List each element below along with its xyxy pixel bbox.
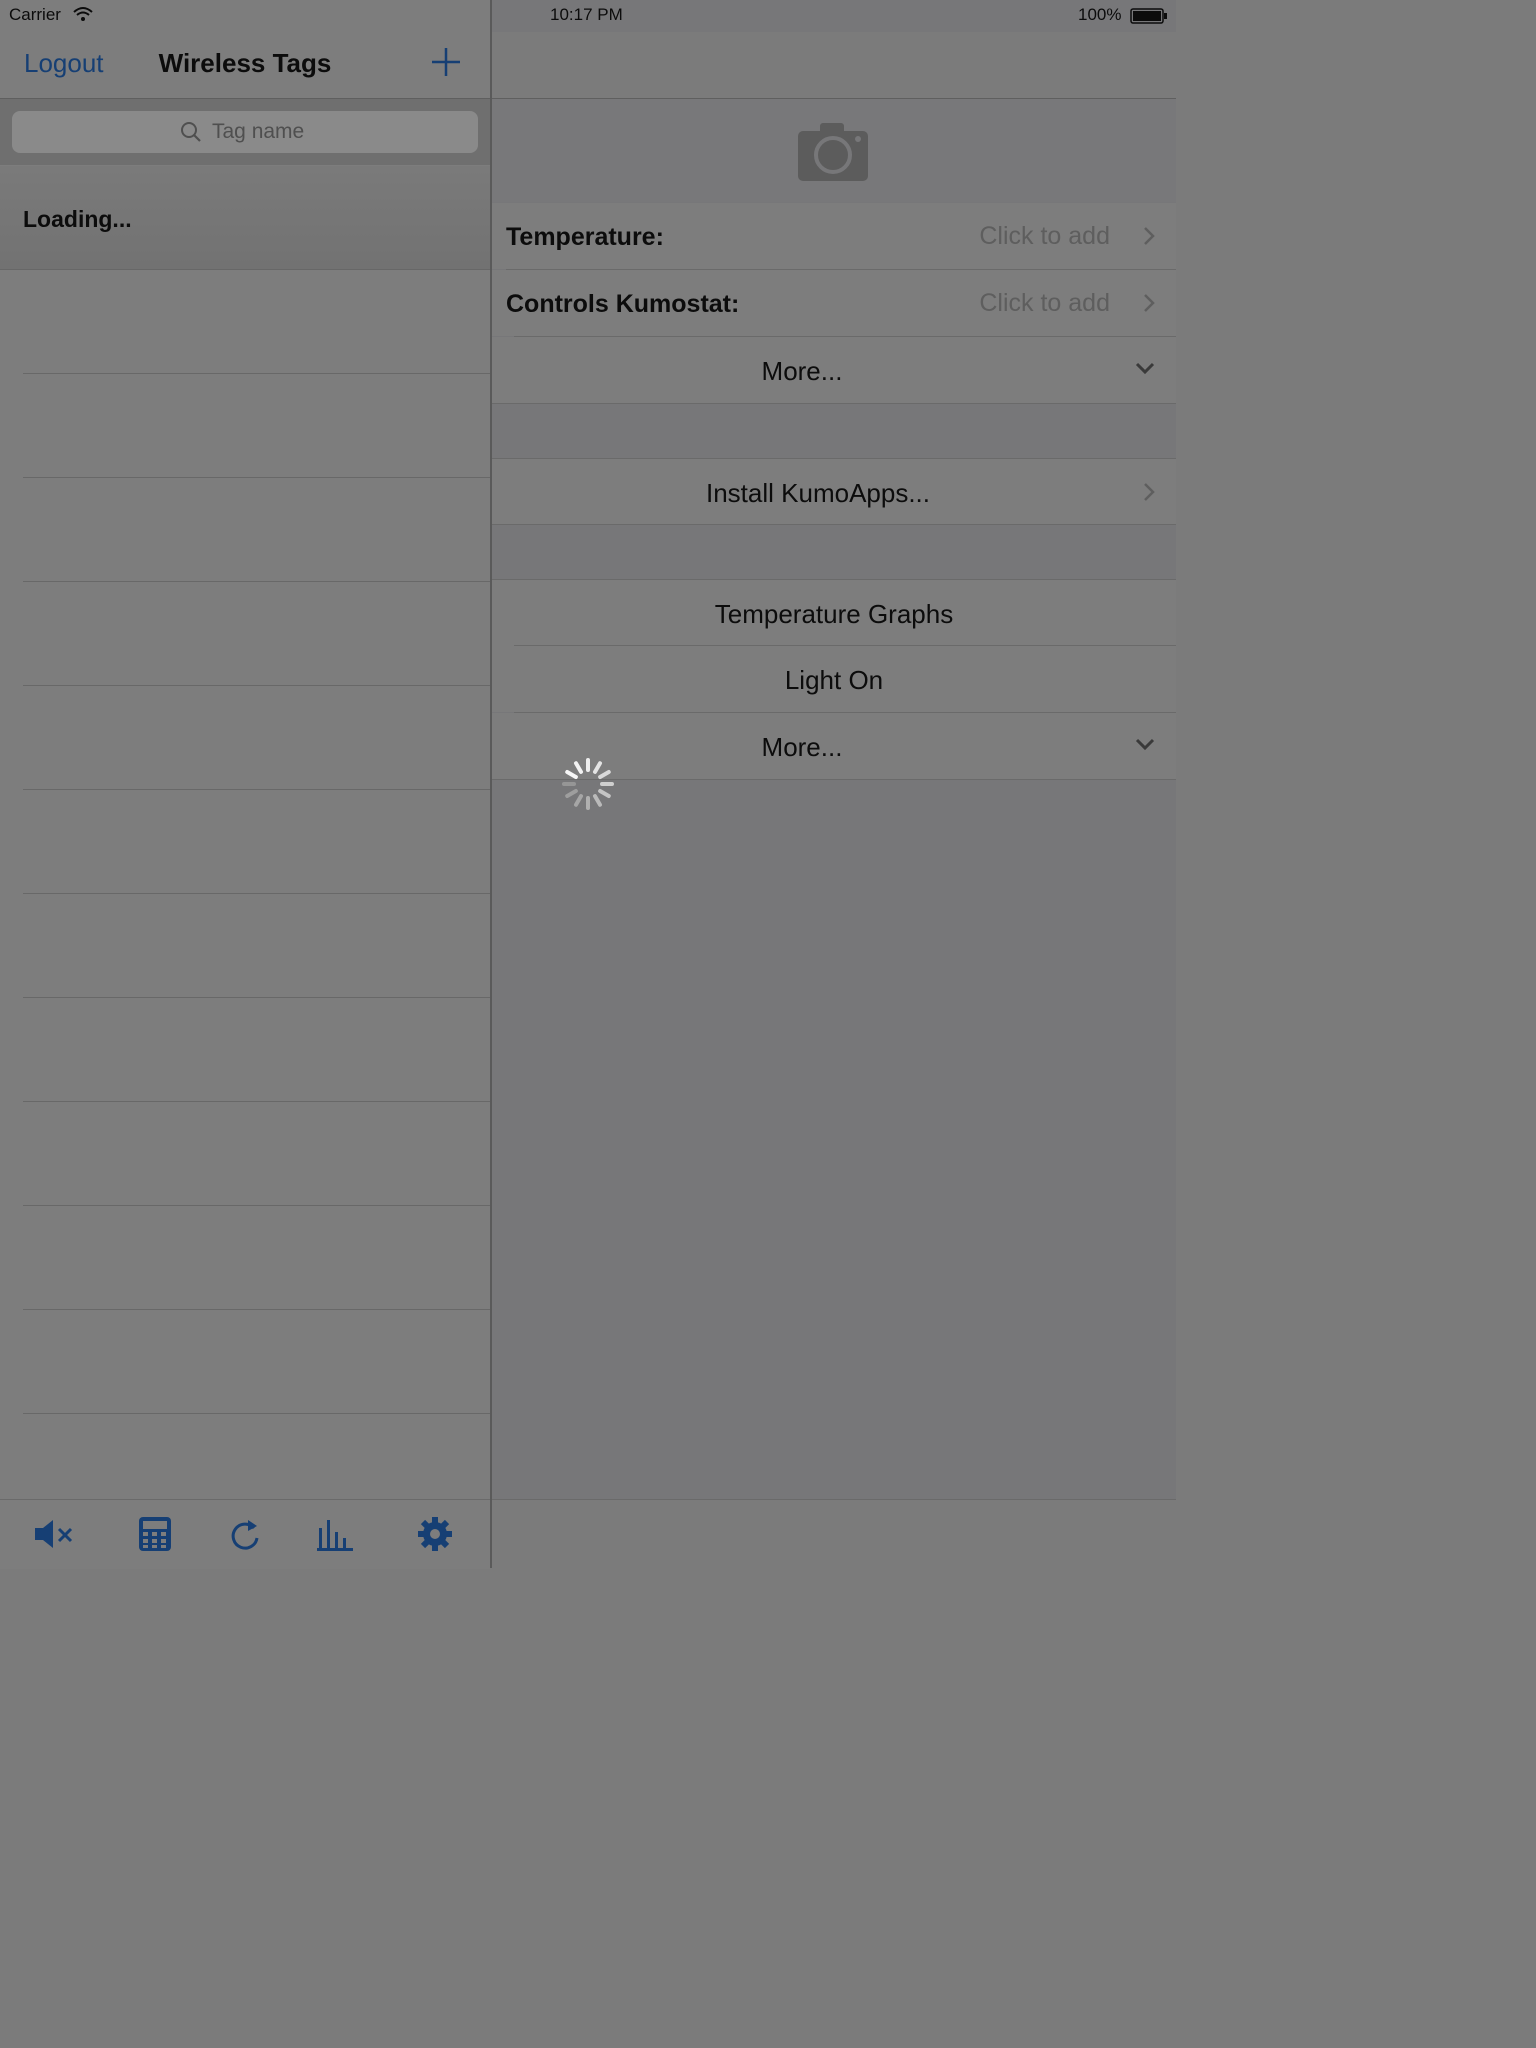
row-separator	[23, 373, 490, 374]
search-placeholder: Tag name	[212, 120, 305, 143]
chevron-down-icon	[1135, 738, 1155, 751]
bar-chart-icon[interactable]	[316, 1516, 354, 1552]
row-separator	[23, 1205, 490, 1206]
row-separator	[23, 893, 490, 894]
status-bar: Carrier 10:17 PM 100%	[0, 0, 1176, 32]
refresh-icon[interactable]	[228, 1516, 262, 1552]
kumostat-label: Controls Kumostat:	[506, 290, 740, 318]
camera-icon[interactable]	[798, 121, 868, 181]
battery-percent: 100%	[1078, 5, 1122, 24]
kumostat-cell[interactable]: Controls Kumostat: Click to add	[492, 270, 1176, 336]
more-label: More...	[761, 356, 843, 386]
chevron-right-icon	[1144, 227, 1155, 245]
chevron-down-icon	[1135, 362, 1155, 375]
detail-toolbar	[492, 1499, 1176, 1569]
search-bar: Tag name	[0, 99, 490, 165]
row-separator	[23, 997, 490, 998]
light-on-cell[interactable]: Light On	[492, 646, 1176, 712]
install-kumoapps-label: Install KumoApps...	[706, 478, 930, 508]
tag-photo-area[interactable]	[492, 99, 1176, 202]
kumostat-value: Click to add	[979, 289, 1110, 317]
mute-icon[interactable]	[33, 1516, 75, 1552]
row-separator	[23, 477, 490, 478]
temperature-graphs-cell[interactable]: Temperature Graphs	[492, 580, 1176, 646]
row-separator	[23, 1413, 490, 1414]
search-input[interactable]: Tag name	[12, 111, 478, 153]
temperature-value: Click to add	[979, 222, 1110, 250]
row-separator	[23, 581, 490, 582]
loading-spinner-icon	[562, 758, 614, 810]
page-title: Wireless Tags	[158, 48, 332, 78]
clock: 10:17 PM	[550, 5, 623, 24]
battery-icon	[1130, 8, 1167, 24]
row-separator	[23, 789, 490, 790]
chevron-right-icon	[1144, 483, 1155, 501]
loading-label: Loading...	[23, 206, 132, 232]
more-cell-1[interactable]: More...	[492, 337, 1176, 403]
row-separator	[23, 685, 490, 686]
light-on-label: Light On	[784, 665, 884, 695]
section-separator	[492, 403, 1176, 404]
left-nav-bar: Logout Wireless Tags	[0, 32, 490, 99]
loading-row: Loading...	[0, 166, 490, 270]
bottom-toolbar	[0, 1499, 490, 1569]
right-nav-bar	[492, 32, 1176, 99]
tag-list-pane: Logout Wireless Tags Tag name Loading...	[0, 0, 490, 1569]
temperature-label: Temperature:	[506, 223, 664, 251]
wifi-icon	[73, 7, 93, 21]
carrier-label: Carrier	[9, 5, 61, 24]
chevron-right-icon	[1144, 294, 1155, 312]
row-separator	[23, 1309, 490, 1310]
gear-icon[interactable]	[417, 1516, 453, 1552]
row-separator	[23, 1101, 490, 1102]
plus-icon[interactable]	[428, 44, 464, 80]
temperature-cell[interactable]: Temperature: Click to add	[492, 203, 1176, 269]
temperature-graphs-label: Temperature Graphs	[714, 599, 954, 629]
install-kumoapps-cell[interactable]: Install KumoApps...	[492, 459, 1176, 525]
calculator-icon[interactable]	[138, 1516, 172, 1552]
section-separator	[492, 524, 1176, 525]
nav-title: Wireless Tags	[0, 48, 490, 79]
search-icon	[181, 122, 201, 142]
